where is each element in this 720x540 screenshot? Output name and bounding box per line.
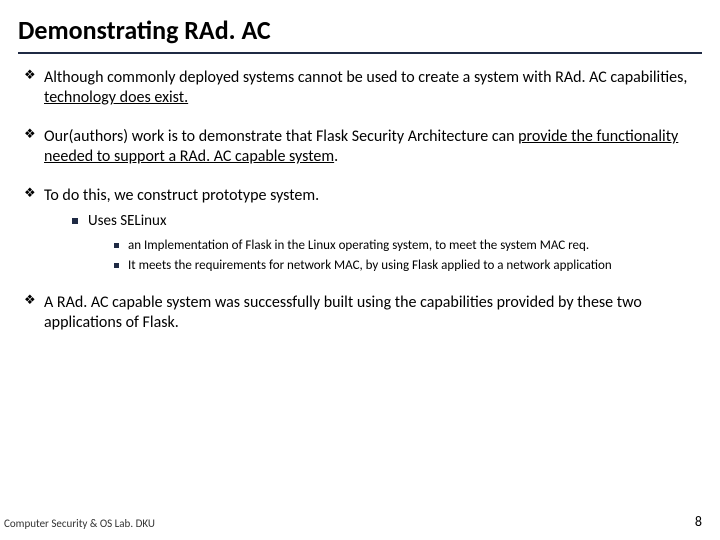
page-number: 8 — [695, 513, 702, 530]
bullet-2: Our(authors) work is to demonstrate that… — [24, 127, 702, 168]
bullet-2-text-pre: Our(authors) work is to demonstrate that… — [44, 127, 518, 146]
bullet-3-sub1-a: an Implementation of Flask in the Linux … — [114, 238, 702, 255]
slide-title: Demonstrating RAd. AC — [18, 14, 702, 46]
slide: Demonstrating RAd. AC Although commonly … — [0, 0, 720, 540]
bullet-3-text: To do this, we construct prototype syste… — [44, 186, 319, 205]
bullet-3-sub1-text: Uses SELinux — [88, 212, 166, 230]
title-rule — [18, 52, 702, 54]
bullet-3-sub1-sublist: an Implementation of Flask in the Linux … — [88, 238, 702, 275]
bullet-4: A RAd. AC capable system was successfull… — [24, 293, 702, 334]
bullet-1-text-underline: technology does exist. — [44, 88, 188, 107]
footer-left: Computer Security & OS Lab. DKU — [4, 517, 155, 530]
bullet-3: To do this, we construct prototype syste… — [24, 186, 702, 275]
bullet-3-sub1: Uses SELinux an Implementation of Flask … — [72, 212, 702, 274]
bullet-3-sublist: Uses SELinux an Implementation of Flask … — [44, 212, 702, 274]
bullet-list: Although commonly deployed systems canno… — [18, 68, 702, 334]
bullet-1: Although commonly deployed systems canno… — [24, 68, 702, 109]
bullet-2-text-post: . — [334, 147, 338, 166]
bullet-1-text-pre: Although commonly deployed systems canno… — [44, 68, 687, 87]
footer: Computer Security & OS Lab. DKU 8 — [4, 513, 702, 530]
bullet-3-sub1-b: It meets the requirements for network MA… — [114, 258, 702, 275]
